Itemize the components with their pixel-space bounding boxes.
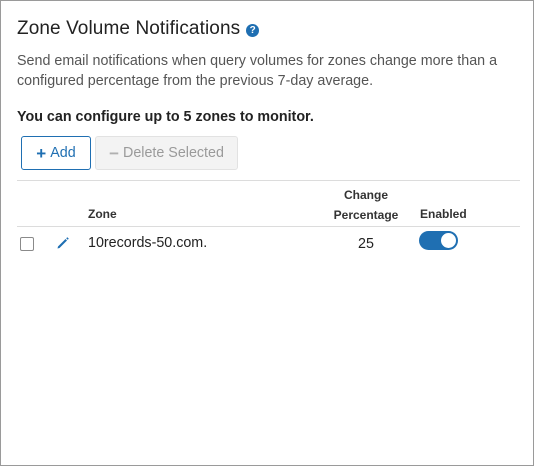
column-header-change-line2: Percentage <box>333 208 399 222</box>
minus-icon: − <box>109 143 119 163</box>
question-circle-icon[interactable]: ? <box>246 23 260 37</box>
table-header-divider <box>17 226 520 227</box>
zone-limit-note: You can configure up to 5 zones to monit… <box>17 109 314 125</box>
pencil-icon[interactable] <box>56 236 70 250</box>
add-button-label: Add <box>50 145 76 161</box>
change-percentage-cell: 25 <box>358 236 374 252</box>
zone-name-cell: 10records-50.com. <box>88 235 208 251</box>
enabled-toggle[interactable] <box>419 231 458 250</box>
column-header-enabled[interactable]: Enabled <box>420 207 467 221</box>
page-title: Zone Volume Notifications ? <box>17 18 260 40</box>
column-header-change-line1: Change <box>343 188 388 202</box>
row-select-checkbox[interactable] <box>20 237 34 251</box>
toggle-knob <box>441 233 456 248</box>
column-header-change-percentage[interactable]: Change Percentage <box>330 185 402 225</box>
table-top-divider <box>17 180 520 181</box>
delete-selected-label: Delete Selected <box>123 145 224 161</box>
column-header-zone[interactable]: Zone <box>88 207 117 221</box>
add-button[interactable]: + Add <box>21 136 91 170</box>
delete-selected-button[interactable]: − Delete Selected <box>95 136 238 170</box>
page-title-text: Zone Volume Notifications <box>17 18 241 39</box>
plus-icon: + <box>36 143 47 163</box>
description-text: Send email notifications when query volu… <box>17 53 498 89</box>
zone-volume-notifications-panel: Zone Volume Notifications ? Send email n… <box>0 0 534 466</box>
